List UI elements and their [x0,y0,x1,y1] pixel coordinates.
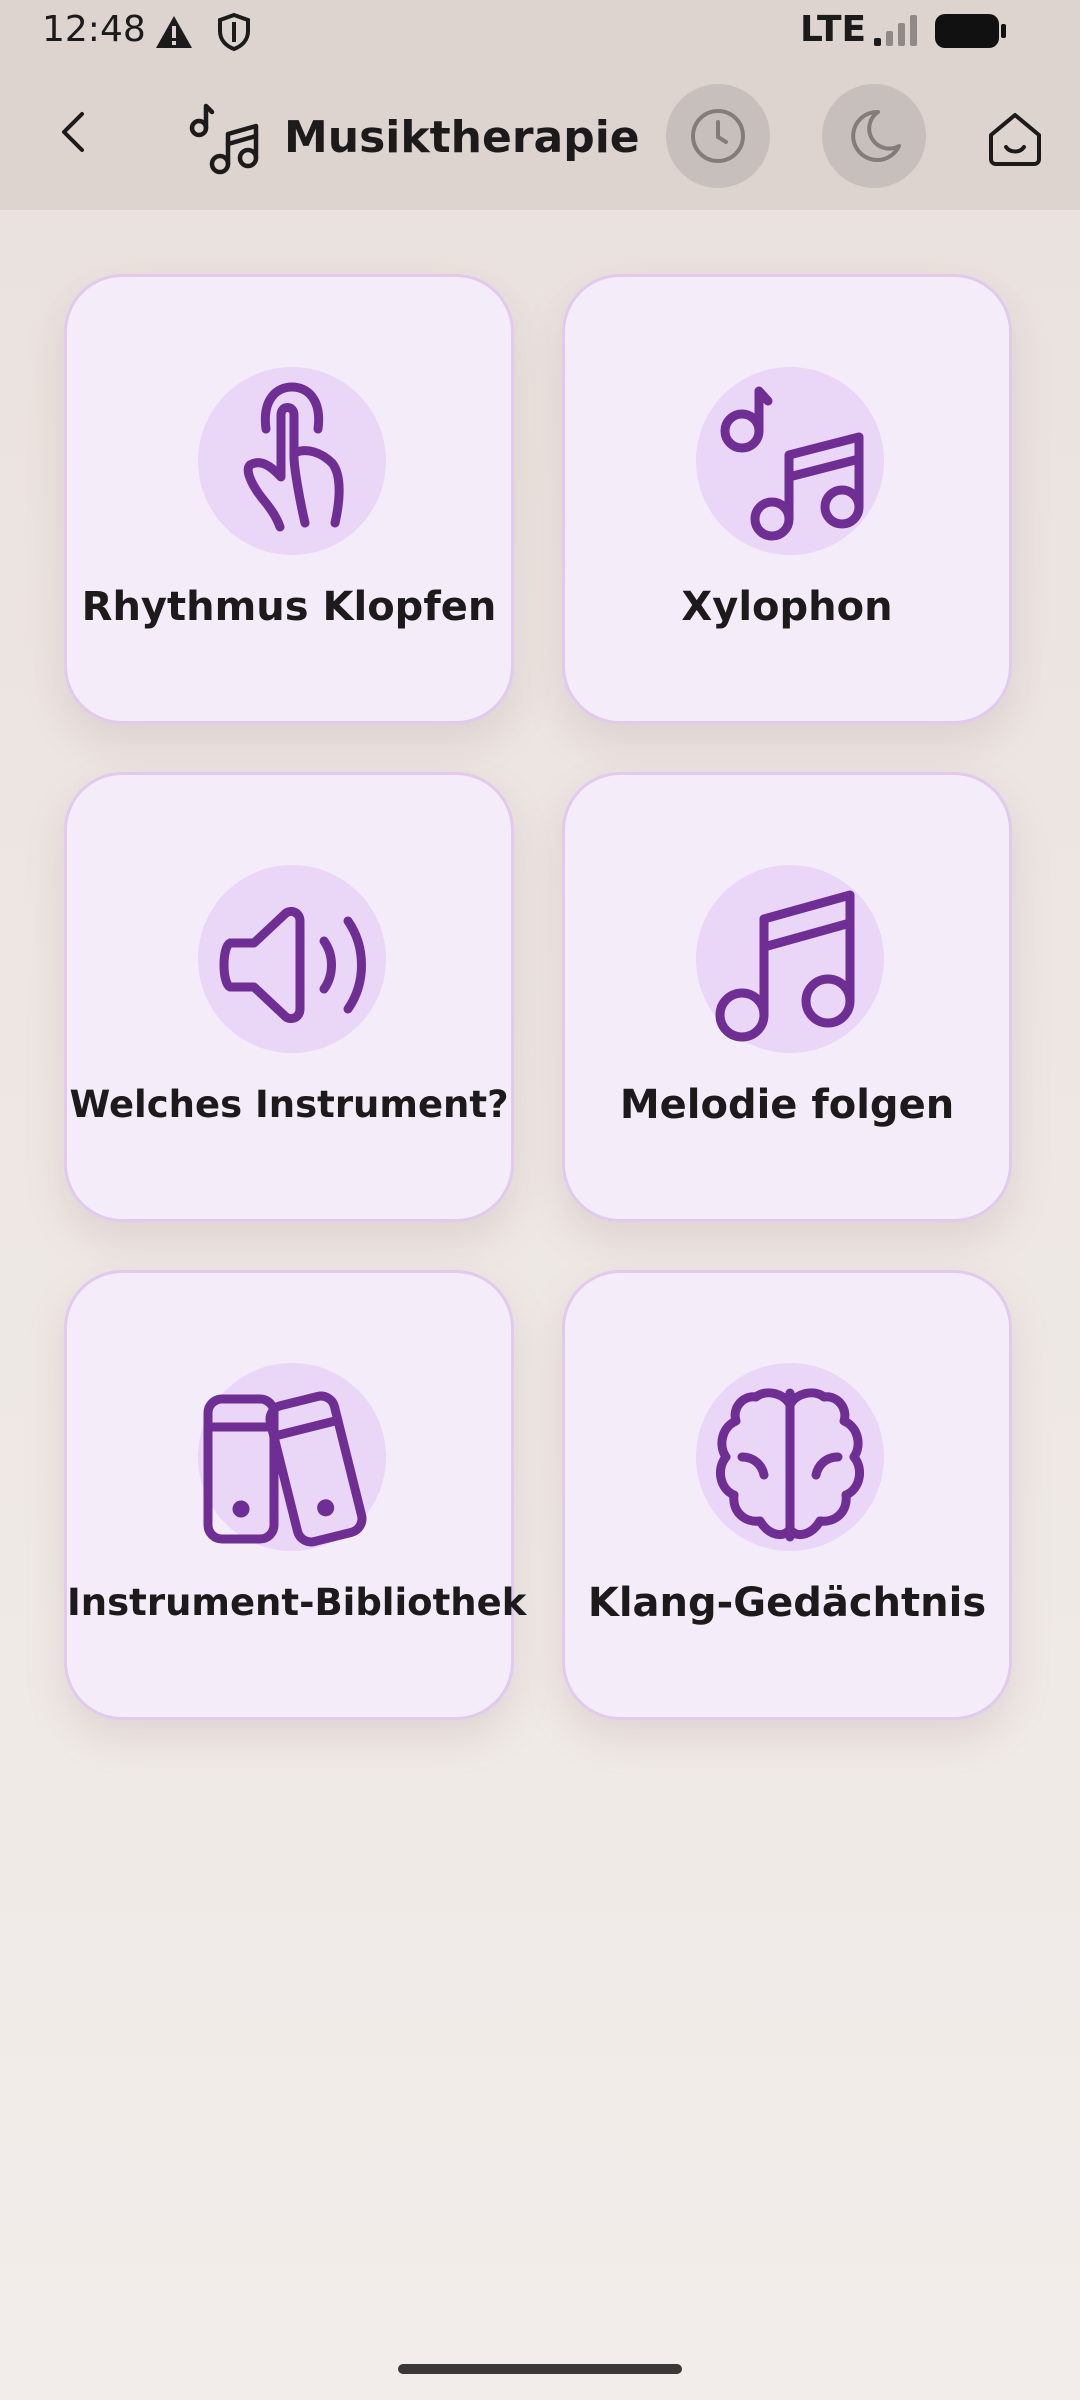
tile-label: Melodie folgen [619,1082,955,1128]
status-time: 12:48 [42,9,146,50]
music-note-icon [715,890,855,1042]
tile-melodie-folgen[interactable]: Melodie folgen [562,772,1012,1222]
network-type: LTE [800,9,867,50]
battery-icon [935,14,1006,48]
tap-finger-icon [243,382,344,532]
app-header: Musiktherapie [0,62,1080,210]
speaker-icon [219,906,366,1024]
library-icon [203,1391,367,1547]
clock-icon [691,109,745,163]
tile-label: Klang-Gedächtnis [587,1580,987,1626]
tile-instrument-bibliothek[interactable]: Instrument-Bibliothek [64,1270,527,1720]
shield-icon [218,12,250,52]
tile-label: Rhythmus Klopfen [81,584,497,630]
home-icon [989,113,1041,166]
night-mode-button[interactable] [822,84,926,188]
page-title: Musiktherapie [284,112,640,163]
tile-label: Instrument-Bibliothek [67,1581,527,1624]
tile-label: Welches Instrument? [69,1083,509,1126]
warning-icon [156,16,192,48]
brain-icon [715,1388,865,1542]
moon-icon [851,109,901,162]
music-notes-icon [720,386,864,541]
tile-klang-gedaechtnis[interactable]: Klang-Gedächtnis [562,1270,1012,1720]
tile-label: Xylophon [681,584,893,630]
signal-icon [874,15,917,46]
tile-xylophon[interactable]: Xylophon [562,274,1012,724]
back-arrow-icon [62,112,84,152]
history-button[interactable] [666,84,770,188]
back-button[interactable] [42,100,106,164]
music-notes-icon [189,103,259,175]
tile-rhythmus-klopfen[interactable]: Rhythmus Klopfen [64,274,514,724]
status-bar: 12:48 LTE [0,0,1080,62]
home-indicator[interactable] [398,2364,682,2374]
home-button[interactable] [980,104,1050,174]
tile-welches-instrument[interactable]: Welches Instrument? [64,772,514,1222]
